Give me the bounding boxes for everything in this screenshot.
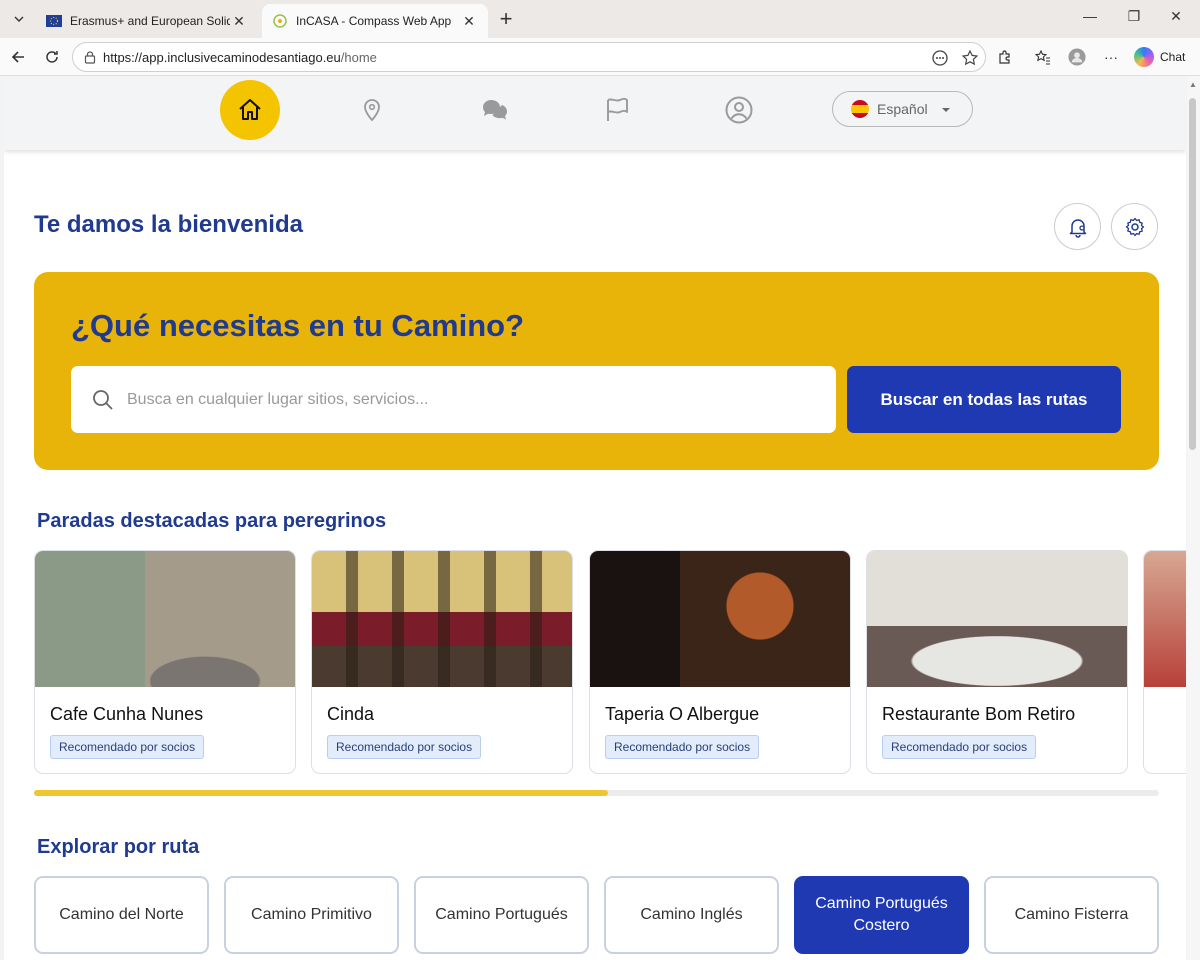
search-input[interactable]: Busca en cualquier lugar sitios, servici…: [71, 366, 836, 433]
routes-section-title: Explorar por ruta: [37, 836, 200, 858]
page-content: Español Te damos la bienvenida ¿Qué nece…: [4, 76, 1186, 960]
place-photo: [590, 551, 850, 687]
back-arrow-icon[interactable]: [8, 47, 28, 67]
browser-tab-erasmus[interactable]: Erasmus+ and European Solidarity ✕: [36, 4, 258, 38]
featured-card[interactable]: Taperia O Albergue Recomendado por socio…: [589, 550, 851, 774]
search-all-routes-button[interactable]: Buscar en todas las rutas: [847, 366, 1121, 433]
recommended-badge: Recomendado por socios: [605, 735, 760, 759]
bell-icon: [1069, 218, 1086, 238]
restore-icon[interactable]: ❐: [1124, 8, 1144, 25]
scroll-up-arrow-icon[interactable]: ▲: [1189, 80, 1197, 89]
route-button[interactable]: Camino Portugués: [414, 876, 589, 954]
chat-bubbles-icon: [483, 100, 507, 120]
flag-icon: [607, 97, 628, 121]
recommended-badge: Recomendado por socios: [327, 735, 482, 759]
close-window-icon[interactable]: ✕: [1166, 8, 1186, 25]
recommended-badge: Recomendado por socios: [882, 735, 1037, 759]
chat-label: Chat: [1160, 50, 1186, 64]
carousel-scroll-indicator[interactable]: [34, 790, 1159, 796]
place-name: Cinda: [327, 704, 375, 724]
tab-title: InCASA - Compass Web App: [296, 14, 452, 28]
route-button-selected[interactable]: Camino Portugués Costero: [794, 876, 969, 954]
featured-section-title: Paradas destacadas para peregrinos: [37, 510, 387, 532]
carousel-scroll-thumb[interactable]: [34, 790, 608, 796]
place-name: Taperia O Albergue: [605, 704, 760, 724]
route-button[interactable]: Camino Primitivo: [224, 876, 399, 954]
browser-tab-incasa[interactable]: InCASA - Compass Web App ✕: [262, 4, 488, 38]
gear-icon: [1125, 217, 1144, 236]
extensions-icon[interactable]: [996, 48, 1014, 66]
nav-profile[interactable]: [709, 80, 769, 140]
nav-locations[interactable]: [342, 80, 402, 140]
more-options-icon[interactable]: ···: [1102, 48, 1120, 66]
place-name: Cafe Cunha Nunes: [50, 704, 204, 724]
minimize-icon[interactable]: —: [1080, 8, 1100, 24]
reader-mode-icon[interactable]: [931, 49, 949, 67]
favorites-icon[interactable]: [1034, 48, 1052, 66]
caret-down-icon: [942, 108, 950, 112]
route-button[interactable]: Camino Fisterra: [984, 876, 1159, 954]
close-tab-icon[interactable]: ✕: [230, 13, 248, 30]
url-path: /home: [340, 49, 377, 65]
route-button[interactable]: Camino Inglés: [604, 876, 779, 954]
nav-routes[interactable]: [587, 80, 647, 140]
url-field[interactable]: https://app.inclusivecaminodesantiago.eu…: [72, 42, 986, 72]
featured-card[interactable]: Cinda Recomendado por socios: [311, 550, 573, 774]
place-photo: [312, 551, 572, 687]
spain-flag-icon: [851, 100, 869, 118]
close-tab-icon[interactable]: ✕: [460, 13, 478, 30]
place-photo: [35, 551, 295, 687]
app-top-nav: Español: [4, 76, 1186, 150]
search-hero: ¿Qué necesitas en tu Camino? Busca en cu…: [34, 272, 1159, 470]
chevron-down-icon: [14, 16, 24, 22]
tab-list-button[interactable]: [6, 6, 32, 32]
search-placeholder: Busca en cualquier lugar sitios, servici…: [127, 390, 429, 408]
nav-chat[interactable]: [465, 80, 525, 140]
browser-tab-bar: Erasmus+ and European Solidarity ✕ InCAS…: [0, 0, 1200, 38]
url-host: https://app.inclusivecaminodesantiago.eu: [103, 49, 341, 65]
notifications-button[interactable]: [1054, 203, 1101, 250]
search-icon: [93, 389, 113, 410]
copilot-chat-button[interactable]: Chat: [1134, 44, 1185, 70]
incasa-logo-icon: [273, 14, 287, 28]
browser-address-bar: https://app.inclusivecaminodesantiago.eu…: [0, 38, 1200, 76]
route-button[interactable]: Camino del Norte: [34, 876, 209, 954]
star-icon[interactable]: [961, 49, 979, 67]
place-photo: [1144, 551, 1186, 687]
user-profile-icon: [725, 96, 753, 124]
featured-card[interactable]: Cafe Cunha Nunes Recomendado por socios: [34, 550, 296, 774]
eu-flag-icon: [46, 15, 62, 27]
language-label: Español: [877, 101, 928, 117]
language-select[interactable]: Español: [832, 91, 973, 127]
hero-title: ¿Qué necesitas en tu Camino?: [71, 308, 525, 343]
reload-icon[interactable]: [42, 47, 62, 67]
lock-icon: [84, 51, 96, 64]
place-name: Restaurante Bom Retiro: [882, 704, 1076, 724]
page-scrollbar-thumb[interactable]: [1189, 98, 1196, 450]
location-pin-icon: [364, 99, 380, 122]
recommended-badge: Recomendado por socios: [50, 735, 205, 759]
home-icon: [239, 99, 261, 120]
nav-home[interactable]: [220, 80, 280, 140]
featured-card-partial[interactable]: [1143, 550, 1186, 774]
place-photo: [867, 551, 1127, 687]
tab-title: Erasmus+ and European Solidarity: [70, 14, 230, 28]
featured-card[interactable]: Restaurante Bom Retiro Recomendado por s…: [866, 550, 1128, 774]
profile-avatar-icon[interactable]: [1068, 48, 1086, 66]
copilot-icon: [1134, 47, 1154, 67]
new-tab-button[interactable]: +: [494, 8, 518, 32]
welcome-heading: Te damos la bienvenida: [34, 211, 303, 238]
settings-button[interactable]: [1111, 203, 1158, 250]
